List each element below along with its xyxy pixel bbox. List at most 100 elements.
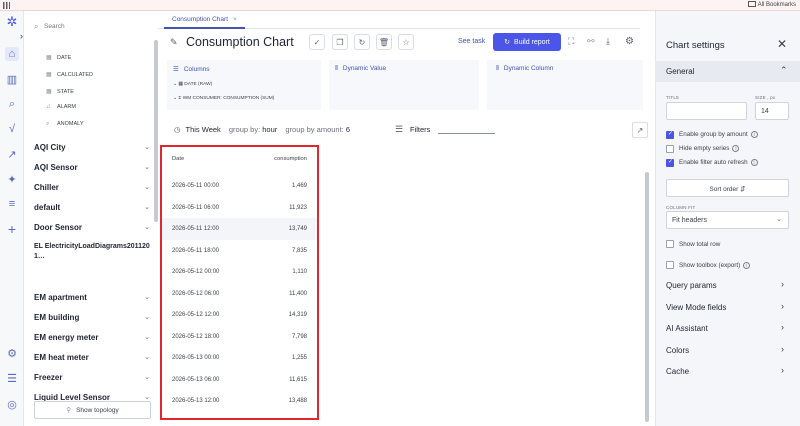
show-total-row-checkbox[interactable] bbox=[666, 240, 674, 248]
table-row[interactable]: 2026-05-12 06:00 11,400 bbox=[162, 283, 317, 305]
see-task-link[interactable]: See task bbox=[458, 38, 485, 45]
section-ai-assistant[interactable]: AI Assistant bbox=[666, 324, 708, 333]
logo-icon[interactable]: ✲ bbox=[5, 14, 19, 29]
content-scrollbar[interactable] bbox=[645, 172, 649, 422]
group-item[interactable]: EM building ⌄ bbox=[34, 313, 152, 322]
size-input[interactable]: 14 bbox=[755, 102, 789, 120]
group-item[interactable]: default ⌄ bbox=[34, 203, 152, 212]
chevron-right-icon[interactable]: › bbox=[781, 322, 784, 332]
trend-icon[interactable]: ↗ bbox=[5, 147, 19, 161]
tree-item-state[interactable]: ▦ STATE bbox=[46, 88, 74, 95]
show-toolbox-checkbox[interactable] bbox=[666, 261, 674, 269]
group-item[interactable]: Chiller ⌄ bbox=[34, 183, 152, 192]
panel-scrollbar[interactable] bbox=[154, 40, 158, 222]
close-icon[interactable]: × bbox=[233, 16, 237, 23]
column-header-date[interactable]: Date bbox=[172, 156, 184, 162]
all-bookmarks-link[interactable]: All Bookmarks bbox=[748, 1, 796, 8]
group-by-value[interactable]: hour bbox=[262, 125, 277, 134]
info-icon[interactable]: i bbox=[732, 145, 740, 152]
filters-label[interactable]: Filters bbox=[410, 125, 430, 134]
column-header-consumption[interactable]: consumption bbox=[274, 156, 307, 162]
chevron-right-icon[interactable]: › bbox=[781, 301, 784, 311]
panel-search-input[interactable] bbox=[44, 20, 144, 32]
table-row[interactable]: 2026-05-11 18:00 7,835 bbox=[162, 240, 317, 262]
hide-empty-series-checkbox[interactable] bbox=[666, 145, 674, 153]
enable-filter-auto-refresh-checkbox[interactable] bbox=[666, 158, 674, 167]
edit-icon[interactable]: ✎ bbox=[170, 37, 178, 48]
user-icon[interactable]: ◎ bbox=[5, 397, 19, 411]
table-row[interactable]: 2026-05-13 06:00 11,615 bbox=[162, 369, 317, 391]
group-item[interactable]: EM apartment ⌄ bbox=[34, 293, 152, 302]
expand-panel-icon[interactable]: › bbox=[20, 31, 23, 41]
table-row[interactable]: 2026-05-11 00:00 1,469 bbox=[162, 175, 317, 197]
group-item[interactable]: AQI City ⌄ bbox=[34, 143, 152, 152]
sort-order-button[interactable]: Sort order ⇵ bbox=[666, 179, 789, 197]
close-icon[interactable]: ✕ bbox=[777, 37, 787, 51]
show-topology-button[interactable]: ⚲ Show topology bbox=[34, 401, 151, 419]
delete-button[interactable]: 🗑 bbox=[376, 34, 392, 50]
tab-consumption-chart[interactable]: Consumption Chart × bbox=[164, 14, 245, 29]
chevron-right-icon[interactable]: › bbox=[781, 279, 784, 289]
tree-item-alarm[interactable]: ♫ ALARM bbox=[46, 104, 76, 110]
build-report-button[interactable]: ↻ Build report bbox=[493, 33, 561, 51]
column-item[interactable]: ⌄ ▦ DATE (RAW) bbox=[173, 82, 212, 87]
enable-group-by-amount-checkbox[interactable] bbox=[666, 130, 674, 139]
section-view-mode-fields[interactable]: View Mode fields bbox=[666, 303, 726, 312]
sliders-icon[interactable]: ☰ bbox=[5, 371, 19, 385]
group-item[interactable]: Freezer ⌄ bbox=[34, 373, 152, 382]
menu-icon[interactable]: ≡ bbox=[5, 197, 19, 211]
chevron-right-icon[interactable]: › bbox=[781, 365, 784, 375]
table-row[interactable]: 2026-05-13 12:00 13,488 bbox=[162, 390, 317, 412]
section-cache[interactable]: Cache bbox=[666, 367, 689, 376]
refresh-button[interactable]: ↻ bbox=[354, 34, 370, 50]
group-item[interactable]: EM energy meter ⌄ bbox=[34, 333, 152, 342]
table-row[interactable]: 2026-05-12 12:00 14,319 bbox=[162, 304, 317, 326]
search-icon[interactable]: ⌕ bbox=[5, 97, 19, 111]
group-item[interactable]: EL ElectricityLoadDiagrams2011201… bbox=[34, 242, 152, 262]
dynamic-value-box[interactable]: ⦀ Dynamic Value bbox=[329, 60, 479, 110]
dynamic-column-box[interactable]: ⦀ Dynamic Column bbox=[487, 60, 643, 110]
fullscreen-icon[interactable]: ⛶ bbox=[568, 36, 574, 47]
tree-item-date[interactable]: ▦ DATE bbox=[46, 54, 71, 61]
chart-icon[interactable]: ▥ bbox=[5, 72, 19, 86]
check-button[interactable]: ✓ bbox=[309, 34, 325, 50]
section-colors[interactable]: Colors bbox=[666, 346, 689, 355]
info-icon[interactable]: i bbox=[750, 131, 758, 138]
column-item[interactable]: ⌄ Σ WM CONSUMER: CONSUMPTION (SUM) bbox=[173, 96, 274, 101]
sparkle-icon[interactable]: ✦ bbox=[5, 172, 19, 186]
group-amount-value[interactable]: 6 bbox=[346, 125, 350, 134]
column-fit-select[interactable]: Fit headers ⌄ bbox=[666, 211, 789, 229]
section-query-params[interactable]: Query params bbox=[666, 281, 717, 290]
tree-item-calculated[interactable]: ▦ CALCULATED bbox=[46, 71, 93, 78]
home-icon[interactable]: ⌂ bbox=[5, 47, 19, 61]
function-icon[interactable]: √ bbox=[5, 122, 19, 136]
table-row[interactable]: 2026-05-13 00:00 1,255 bbox=[162, 347, 317, 369]
download-icon[interactable]: ⤓ bbox=[606, 36, 610, 47]
info-icon[interactable]: i bbox=[750, 159, 758, 166]
group-item[interactable]: Door Sensor ⌄ bbox=[34, 223, 152, 232]
group-item[interactable]: AQI Sensor ⌄ bbox=[34, 163, 152, 172]
apps-grid-icon[interactable] bbox=[3, 2, 10, 9]
columns-box[interactable]: ☰ Columns ⌄ ▦ DATE (RAW) ⌄ Σ WM CONSUMER:… bbox=[167, 60, 321, 110]
period-selector[interactable]: This Week bbox=[186, 125, 221, 134]
filters-input[interactable] bbox=[438, 133, 495, 134]
plus-icon[interactable]: + bbox=[5, 221, 19, 237]
chart-type-button[interactable]: ↗ bbox=[632, 122, 648, 138]
group-item[interactable]: EM heat meter ⌄ bbox=[34, 353, 152, 362]
clock-icon[interactable]: ◷ bbox=[174, 125, 181, 134]
page-title[interactable]: Consumption Chart bbox=[186, 35, 294, 49]
copy-button[interactable]: ❐ bbox=[332, 34, 348, 50]
title-input[interactable] bbox=[666, 102, 747, 120]
settings-icon[interactable]: ⚙ bbox=[625, 36, 634, 47]
table-row[interactable]: 2026-05-12 00:00 1,110 bbox=[162, 261, 317, 283]
table-row[interactable]: 2026-05-11 12:00 13,749 bbox=[162, 218, 317, 240]
general-section-header[interactable]: General ⌃ bbox=[655, 61, 800, 82]
info-icon[interactable]: i bbox=[743, 262, 751, 269]
filter-icon[interactable]: ☰ bbox=[395, 124, 403, 135]
chevron-right-icon[interactable]: › bbox=[781, 344, 784, 354]
share-icon[interactable]: ⚯ bbox=[587, 36, 595, 47]
favorite-button[interactable]: ☆ bbox=[398, 34, 414, 50]
table-row[interactable]: 2026-05-12 18:00 7,798 bbox=[162, 326, 317, 348]
settings-icon[interactable]: ⚙ bbox=[5, 346, 19, 360]
tree-item-anomaly[interactable]: ⌕ ANOMALY bbox=[46, 121, 84, 128]
